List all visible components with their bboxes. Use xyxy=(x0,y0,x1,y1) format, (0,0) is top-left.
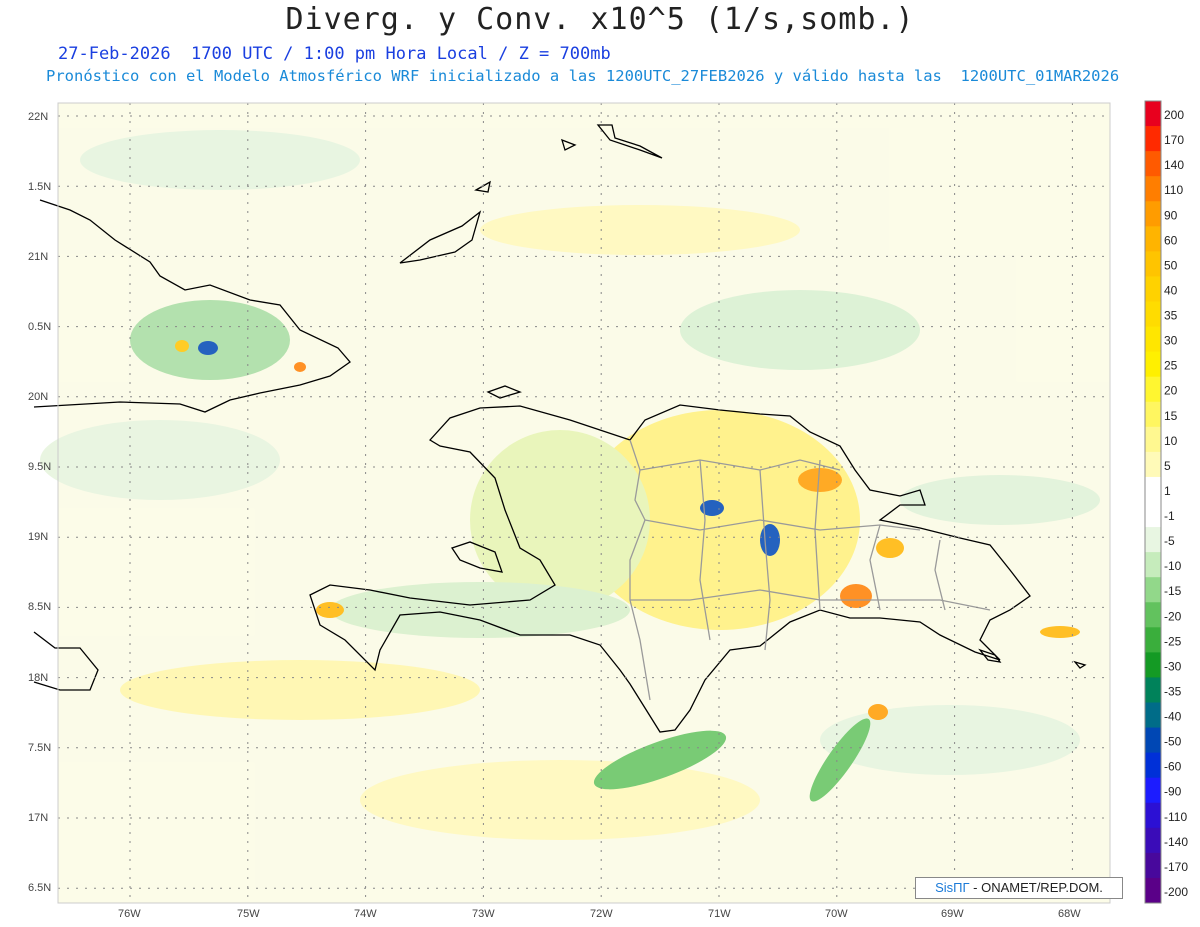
lon-label-71w: 71W xyxy=(708,908,731,920)
forecast-map: 22N 1.5N 21N 0.5N 20N 9.5N 19N 8.5N 18N … xyxy=(28,100,1188,920)
colorbar-label: 50 xyxy=(1164,258,1178,272)
lat-label-21-5n: 1.5N xyxy=(28,181,51,193)
colorbar-swatch xyxy=(1145,101,1161,127)
colorbar-swatch xyxy=(1145,276,1161,302)
lat-label-20n: 20N xyxy=(28,391,48,403)
colorbar-swatch xyxy=(1145,351,1161,378)
colorbar-label: 60 xyxy=(1164,233,1178,247)
colorbar-label: 170 xyxy=(1164,133,1184,147)
colorbar-swatch xyxy=(1145,476,1161,503)
colorbar-label: -25 xyxy=(1164,634,1182,648)
colorbar-swatch xyxy=(1145,852,1161,879)
sispi-logo: SisПГ xyxy=(935,880,970,895)
colorbar-swatch xyxy=(1145,527,1161,553)
colorbar-label: 20 xyxy=(1164,384,1178,398)
colorbar-label: -35 xyxy=(1164,684,1182,698)
colorbar-swatch xyxy=(1145,677,1161,703)
colorbar-label: -40 xyxy=(1164,710,1182,724)
colorbar-label: -110 xyxy=(1164,810,1187,824)
lat-label-16-5n: 6.5N xyxy=(28,882,51,894)
colorbar-swatch xyxy=(1145,451,1161,478)
lon-label-70w: 70W xyxy=(825,908,848,920)
colorbar-swatch xyxy=(1145,777,1161,804)
credit-org-label: - ONAMET/REP.DOM. xyxy=(973,880,1103,895)
colorbar-swatch xyxy=(1145,627,1161,653)
colorbar-label: 90 xyxy=(1164,208,1178,222)
colorbar-swatch xyxy=(1145,251,1161,277)
colorbar-label: 5 xyxy=(1164,459,1171,473)
lat-label-18-5n: 8.5N xyxy=(28,601,51,613)
lat-label-19n: 19N xyxy=(28,531,48,543)
colorbar-swatch xyxy=(1145,727,1161,754)
colorbar-swatch xyxy=(1145,877,1161,904)
colorbar-swatch xyxy=(1145,827,1161,854)
lat-label-20-5n: 0.5N xyxy=(28,321,51,333)
colorbar-swatch xyxy=(1145,201,1161,227)
colorbar-swatch xyxy=(1145,176,1161,202)
colorbar-swatch xyxy=(1145,376,1161,403)
lon-label-73w: 73W xyxy=(472,908,495,920)
longitude-labels: 76W 75W 74W 73W 72W 71W 70W 69W 68W xyxy=(118,908,1081,920)
colorbar-label: -140 xyxy=(1164,835,1188,849)
lon-label-68w: 68W xyxy=(1058,908,1081,920)
colorbar-swatch xyxy=(1145,301,1161,328)
lat-label-17n: 17N xyxy=(28,812,48,824)
colorbar-label: -15 xyxy=(1164,584,1182,598)
lon-label-69w: 69W xyxy=(941,908,964,920)
colorbar-label: 200 xyxy=(1164,108,1184,122)
colorbar-swatch xyxy=(1145,502,1161,528)
lat-label-21n: 21N xyxy=(28,251,48,263)
colorbar-label: -10 xyxy=(1164,559,1182,573)
colorbar-label: 10 xyxy=(1164,434,1178,448)
lat-label-19-5n: 9.5N xyxy=(28,461,51,473)
colorbar-label: 15 xyxy=(1164,409,1178,423)
color-scale-legend: 200 170 140 110 90 60 50 40 35 30 25 20 15 10 5 1 -1 -5 -1… xyxy=(1144,100,1188,904)
colorbar-swatch xyxy=(1145,552,1161,578)
latitude-labels: 22N 1.5N 21N 0.5N 20N 9.5N 19N 8.5N 18N … xyxy=(28,111,51,894)
credit-box: SisПГ - ONAMET/REP.DOM. xyxy=(915,877,1123,899)
colorbar-label: 1 xyxy=(1164,484,1171,498)
colorbar-swatch xyxy=(1145,702,1161,729)
colorbar-swatch xyxy=(1145,226,1161,252)
lon-label-75w: 75W xyxy=(237,908,260,920)
colorbar-label: 35 xyxy=(1164,309,1178,323)
colorbar-label: -20 xyxy=(1164,609,1182,623)
lat-label-17-5n: 7.5N xyxy=(28,742,51,754)
lat-label-22n: 22N xyxy=(28,111,48,123)
colorbar-swatch xyxy=(1145,326,1161,353)
colorbar-swatch xyxy=(1145,652,1161,678)
lat-label-18n: 18N xyxy=(28,672,48,684)
lon-label-74w: 74W xyxy=(354,908,377,920)
colorbar-swatch xyxy=(1145,802,1161,829)
colorbar-swatch xyxy=(1145,151,1161,177)
colorbar-label: -50 xyxy=(1164,735,1182,749)
colorbar-label: 110 xyxy=(1164,183,1183,197)
colorbar-label: 30 xyxy=(1164,334,1178,348)
colorbar-swatch xyxy=(1145,602,1161,628)
colorbar-swatch xyxy=(1145,401,1161,428)
colorbar-swatch xyxy=(1145,752,1161,779)
colorbar-label: -90 xyxy=(1164,785,1182,799)
colorbar-label: -1 xyxy=(1164,509,1175,523)
colorbar-label: 40 xyxy=(1164,283,1178,297)
colorbar-label: -170 xyxy=(1164,860,1188,874)
divergence-field xyxy=(40,103,1110,903)
colorbar-swatch xyxy=(1145,577,1161,603)
colorbar-swatch xyxy=(1145,126,1161,152)
colorbar-label: -30 xyxy=(1164,659,1182,673)
lon-label-76w: 76W xyxy=(118,908,141,920)
colorbar-label: -5 xyxy=(1164,534,1175,548)
lon-label-72w: 72W xyxy=(590,908,613,920)
colorbar-swatch xyxy=(1145,426,1161,453)
colorbar-label: -60 xyxy=(1164,760,1182,774)
colorbar-label: -200 xyxy=(1164,885,1188,899)
colorbar-label: 140 xyxy=(1164,158,1184,172)
colorbar-label: 25 xyxy=(1164,359,1178,373)
